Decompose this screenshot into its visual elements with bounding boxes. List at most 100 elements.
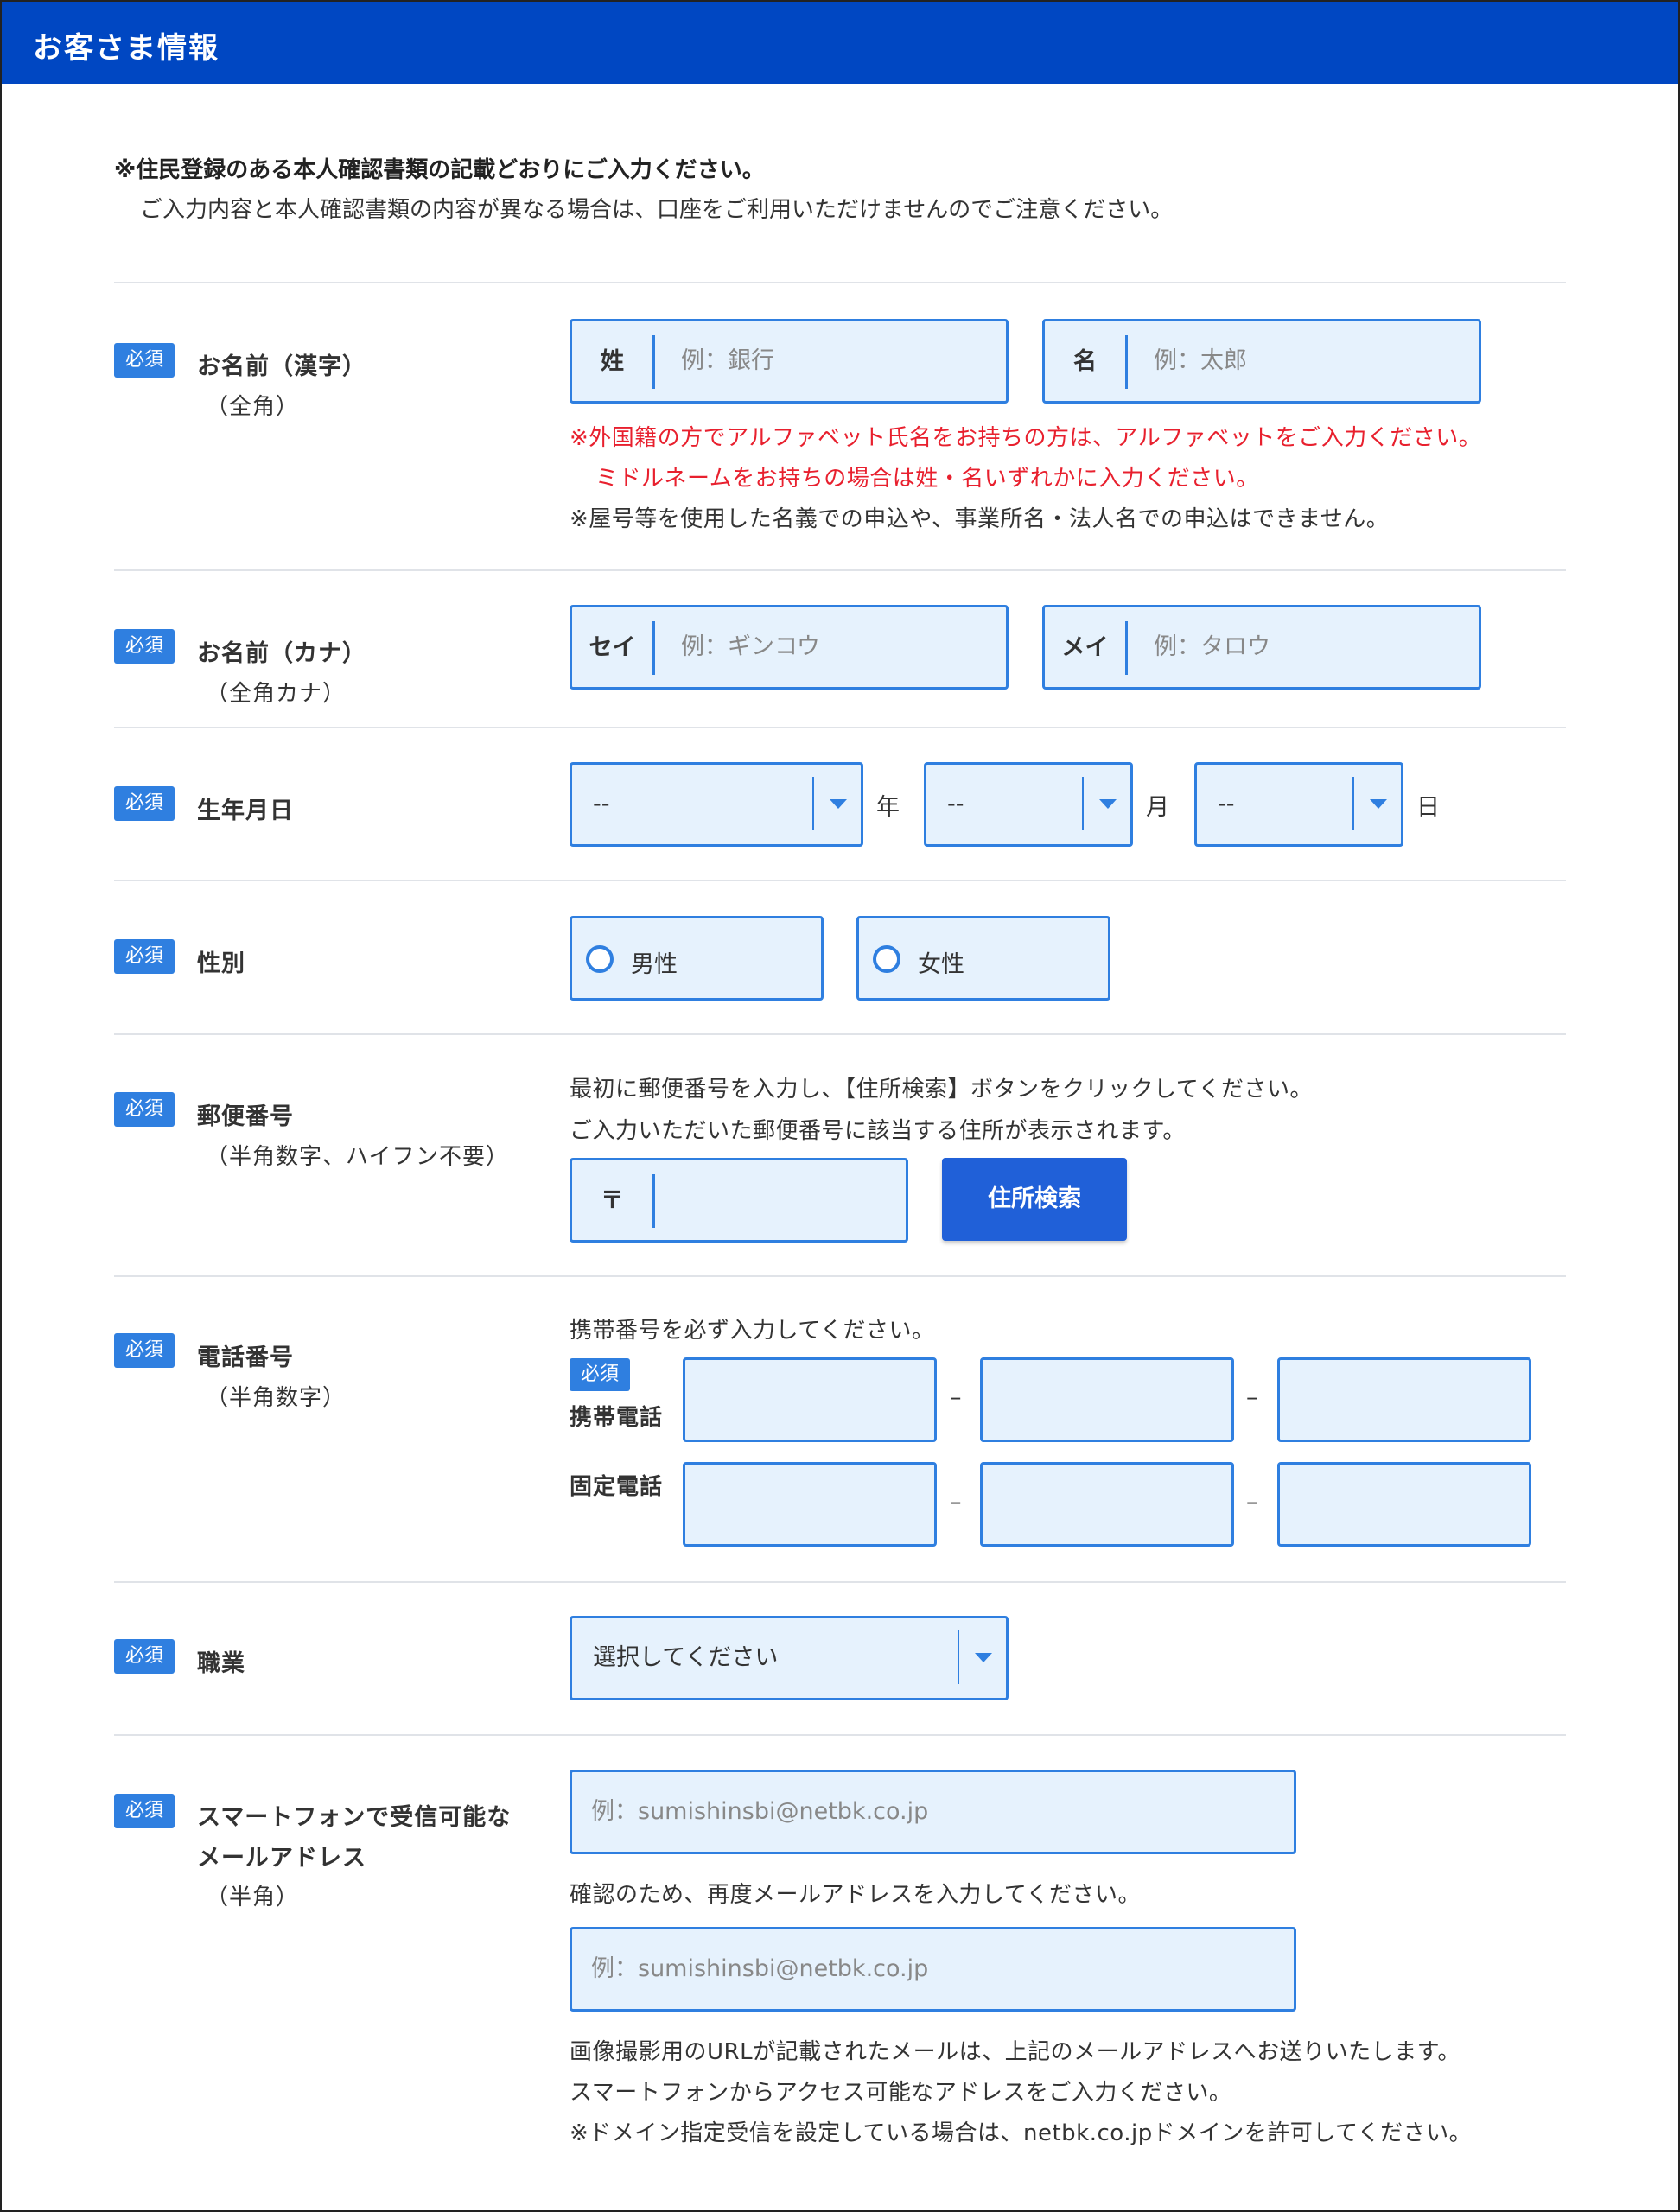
gender-label: 性別 xyxy=(197,950,245,977)
postal-help-1: 最初に郵便番号を入力し、【住所検索】ボタンをクリックしてください。 xyxy=(570,1077,1313,1103)
occupation-value: 選択してください xyxy=(593,1644,779,1671)
gender-option-male[interactable]: 男性 xyxy=(570,916,824,1001)
phone-dash: – xyxy=(1246,1489,1258,1516)
first-name-placeholder: 例：太郎 xyxy=(1154,347,1247,374)
email-confirm-input[interactable]: 例：sumishinsbi@netbk.co.jp xyxy=(570,1927,1296,2012)
divider xyxy=(114,282,1566,283)
gender-male-label: 男性 xyxy=(631,951,678,978)
mobile-phone-part-1[interactable] xyxy=(683,1357,937,1442)
section-title: お客さま情報 xyxy=(33,31,220,66)
email-label-line-2: メールアドレス xyxy=(197,1845,366,1872)
phone-sublabel: （半角数字） xyxy=(206,1385,347,1411)
phone-dash: – xyxy=(950,1384,962,1411)
middle-name-notice: ミドルネームをお持ちの場合は姓・名いずれかに入力ください。 xyxy=(595,466,1259,492)
name-kanji-sublabel: （全角） xyxy=(206,394,300,420)
month-unit: 月 xyxy=(1146,794,1169,821)
intro-line-1: ※住民登録のある本人確認書類の記載どおりにご入力ください。 xyxy=(114,157,765,183)
divider xyxy=(114,569,1566,571)
last-name-kana-input[interactable]: セイ 例：ギンコウ xyxy=(570,605,1009,690)
select-separator xyxy=(958,1630,959,1684)
birth-month-value: -- xyxy=(947,791,964,817)
phone-help: 携帯番号を必ず入力してください。 xyxy=(570,1318,935,1344)
phone-label: 電話番号 xyxy=(197,1344,294,1371)
divider xyxy=(114,727,1566,728)
landline-phone-part-3[interactable] xyxy=(1277,1462,1531,1547)
select-separator xyxy=(812,777,814,830)
occupation-label: 職業 xyxy=(197,1650,245,1677)
birth-day-value: -- xyxy=(1218,791,1235,817)
postal-mark: 〒 xyxy=(572,1174,655,1228)
form-frame: お客さま情報 ※住民登録のある本人確認書類の記載どおりにご入力ください。 ご入力… xyxy=(0,0,1680,2212)
mobile-phone-part-3[interactable] xyxy=(1277,1357,1531,1442)
occupation-select[interactable]: 選択してください xyxy=(570,1616,1009,1700)
email-note-1: 画像撮影用のURLが記載されたメールは、上記のメールアドレスへお送りいたします。 xyxy=(570,2039,1460,2065)
postal-sublabel: （半角数字、ハイフン不要） xyxy=(206,1144,510,1170)
required-badge: 必須 xyxy=(570,1358,630,1391)
intro-line-2: ご入力内容と本人確認書類の内容が異なる場合は、口座をご利用いただけませんのでご注… xyxy=(140,197,1174,223)
divider xyxy=(114,1275,1566,1277)
first-name-kanji-input[interactable]: 名 例：太郎 xyxy=(1042,319,1481,404)
year-unit: 年 xyxy=(876,794,900,821)
last-name-kana-prefix: セイ xyxy=(572,621,655,675)
postal-help-2: ご入力いただいた郵便番号に該当する住所が表示されます。 xyxy=(570,1118,1186,1144)
required-badge: 必須 xyxy=(114,343,175,378)
first-name-kana-placeholder: 例：タロウ xyxy=(1154,633,1270,660)
email-confirm-help: 確認のため、再度メールアドレスを入力してください。 xyxy=(570,1882,1141,1908)
phone-dash: – xyxy=(950,1489,962,1516)
divider xyxy=(114,1033,1566,1035)
birth-year-select[interactable]: -- xyxy=(570,762,863,847)
mobile-phone-part-2[interactable] xyxy=(980,1357,1234,1442)
email-input[interactable]: 例：sumishinsbi@netbk.co.jp xyxy=(570,1770,1296,1854)
first-name-prefix: 名 xyxy=(1045,335,1128,389)
email-placeholder: 例：sumishinsbi@netbk.co.jp xyxy=(591,1798,929,1825)
email-sublabel: （半角） xyxy=(206,1885,300,1910)
last-name-kanji-input[interactable]: 姓 例：銀行 xyxy=(570,319,1009,404)
birth-year-value: -- xyxy=(593,791,610,817)
required-badge: 必須 xyxy=(114,786,175,821)
caret-down-icon xyxy=(1099,799,1117,809)
mobile-phone-label: 携帯電話 xyxy=(570,1405,664,1431)
caret-down-icon xyxy=(975,1653,992,1662)
required-badge: 必須 xyxy=(114,1333,175,1368)
last-name-placeholder: 例：銀行 xyxy=(681,347,774,374)
landline-phone-label: 固定電話 xyxy=(570,1474,664,1500)
select-separator xyxy=(1352,777,1354,830)
foreign-name-notice: ※外国籍の方でアルファベット氏名をお持ちの方は、アルファベットをご入力ください。 xyxy=(570,425,1482,451)
landline-phone-part-2[interactable] xyxy=(980,1462,1234,1547)
name-kana-sublabel: （全角カナ） xyxy=(206,681,347,707)
first-name-kana-input[interactable]: メイ 例：タロウ xyxy=(1042,605,1481,690)
email-label-line-1: スマートフォンで受信可能な xyxy=(197,1804,512,1831)
gender-female-label: 女性 xyxy=(918,951,964,978)
gender-option-female[interactable]: 女性 xyxy=(856,916,1110,1001)
divider xyxy=(114,1734,1566,1736)
trade-name-notice: ※屋号等を使用した名義での申込や、事業所名・法人名での申込はできません。 xyxy=(570,506,1390,532)
caret-down-icon xyxy=(830,799,847,809)
email-note-2: スマートフォンからアクセス可能なアドレスをご入力ください。 xyxy=(570,2080,1232,2106)
name-kana-label: お名前（カナ） xyxy=(197,640,366,667)
postal-label: 郵便番号 xyxy=(197,1103,294,1130)
landline-phone-part-1[interactable] xyxy=(683,1462,937,1547)
postal-code-input[interactable]: 〒 xyxy=(570,1158,908,1243)
day-unit: 日 xyxy=(1416,794,1440,821)
caret-down-icon xyxy=(1370,799,1387,809)
divider xyxy=(114,880,1566,881)
name-kanji-label: お名前（漢字） xyxy=(197,353,366,380)
divider xyxy=(114,1581,1566,1583)
section-header: お客さま情報 xyxy=(2,2,1678,84)
required-badge: 必須 xyxy=(114,1092,175,1127)
radio-unchecked-icon[interactable] xyxy=(873,945,900,973)
intro-notice: ※住民登録のある本人確認書類の記載どおりにご入力ください。 ご入力内容と本人確認… xyxy=(114,150,1173,230)
last-name-prefix: 姓 xyxy=(572,335,655,389)
required-badge: 必須 xyxy=(114,629,175,664)
select-separator xyxy=(1082,777,1084,830)
last-name-kana-placeholder: 例：ギンコウ xyxy=(681,633,820,660)
birthdate-label: 生年月日 xyxy=(197,798,294,824)
birth-day-select[interactable]: -- xyxy=(1194,762,1403,847)
required-badge: 必須 xyxy=(114,939,175,974)
email-confirm-placeholder: 例：sumishinsbi@netbk.co.jp xyxy=(591,1955,929,1982)
required-badge: 必須 xyxy=(114,1794,175,1828)
birth-month-select[interactable]: -- xyxy=(924,762,1133,847)
address-search-button[interactable]: 住所検索 xyxy=(942,1158,1127,1241)
radio-unchecked-icon[interactable] xyxy=(586,945,614,973)
email-note-3: ※ドメイン指定受信を設定している場合は、netbk.co.jpドメインを許可して… xyxy=(570,2120,1473,2146)
